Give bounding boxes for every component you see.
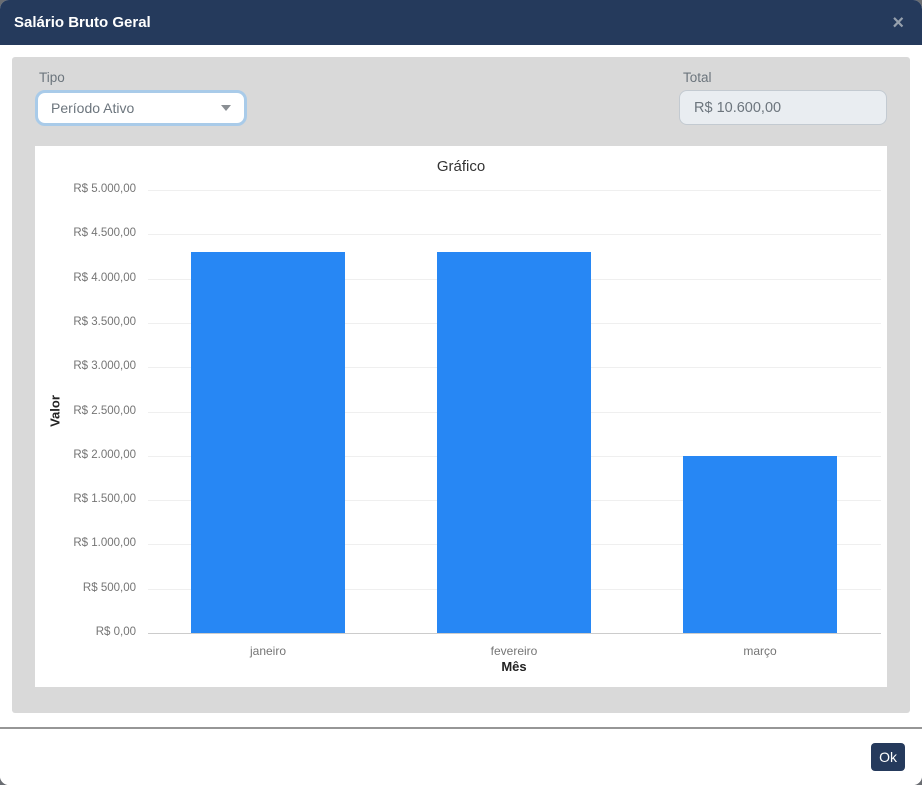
gridline (148, 633, 881, 634)
bar-março[interactable] (683, 456, 837, 633)
bar-janeiro[interactable] (191, 252, 345, 633)
close-icon[interactable]: × (888, 11, 908, 35)
y-tick-label: R$ 4.500,00 (41, 227, 136, 239)
plot-area: R$ 0,00R$ 500,00R$ 1.000,00R$ 1.500,00R$… (145, 190, 883, 633)
total-field: R$ 10.600,00 (679, 90, 887, 125)
content-panel: Tipo Período Ativo Total R$ 10.600,00 Gr… (12, 57, 910, 713)
y-tick-label: R$ 3.000,00 (41, 360, 136, 372)
modal-title: Salário Bruto Geral (14, 14, 151, 31)
total-field-group: Total R$ 10.600,00 (679, 70, 887, 125)
x-tick-label: janeiro (198, 644, 338, 658)
chart-title: Gráfico (35, 158, 887, 175)
gridline (148, 190, 881, 191)
bar-fevereiro[interactable] (437, 252, 591, 633)
tipo-field: Tipo Período Ativo (35, 70, 247, 126)
modal-header: Salário Bruto Geral × (0, 0, 922, 45)
form-row: Tipo Período Ativo Total R$ 10.600,00 (35, 70, 887, 126)
y-tick-label: R$ 5.000,00 (41, 183, 136, 195)
bar-chart-card: Gráfico Valor R$ 0,00R$ 500,00R$ 1.000,0… (35, 146, 887, 687)
modal-body: Tipo Período Ativo Total R$ 10.600,00 Gr… (0, 45, 922, 727)
y-tick-label: R$ 2.500,00 (41, 405, 136, 417)
y-tick-label: R$ 1.000,00 (41, 537, 136, 549)
modal-footer: Ok (0, 727, 922, 785)
x-tick-label: março (690, 644, 830, 658)
total-label: Total (683, 70, 887, 85)
salario-bruto-modal: Salário Bruto Geral × Tipo Período Ativo… (0, 0, 922, 785)
chevron-down-icon (221, 105, 231, 111)
tipo-label: Tipo (39, 70, 247, 85)
ok-button[interactable]: Ok (871, 743, 905, 771)
tipo-select[interactable]: Período Ativo (35, 90, 247, 126)
y-tick-label: R$ 4.000,00 (41, 272, 136, 284)
y-tick-label: R$ 3.500,00 (41, 316, 136, 328)
y-tick-label: R$ 2.000,00 (41, 449, 136, 461)
y-tick-label: R$ 0,00 (41, 626, 136, 638)
gridline (148, 234, 881, 235)
y-tick-label: R$ 500,00 (41, 582, 136, 594)
total-value: R$ 10.600,00 (694, 100, 781, 116)
x-tick-label: fevereiro (444, 644, 584, 658)
x-axis-title: Mês (464, 659, 564, 674)
y-tick-label: R$ 1.500,00 (41, 493, 136, 505)
tipo-select-value: Período Ativo (51, 100, 134, 116)
